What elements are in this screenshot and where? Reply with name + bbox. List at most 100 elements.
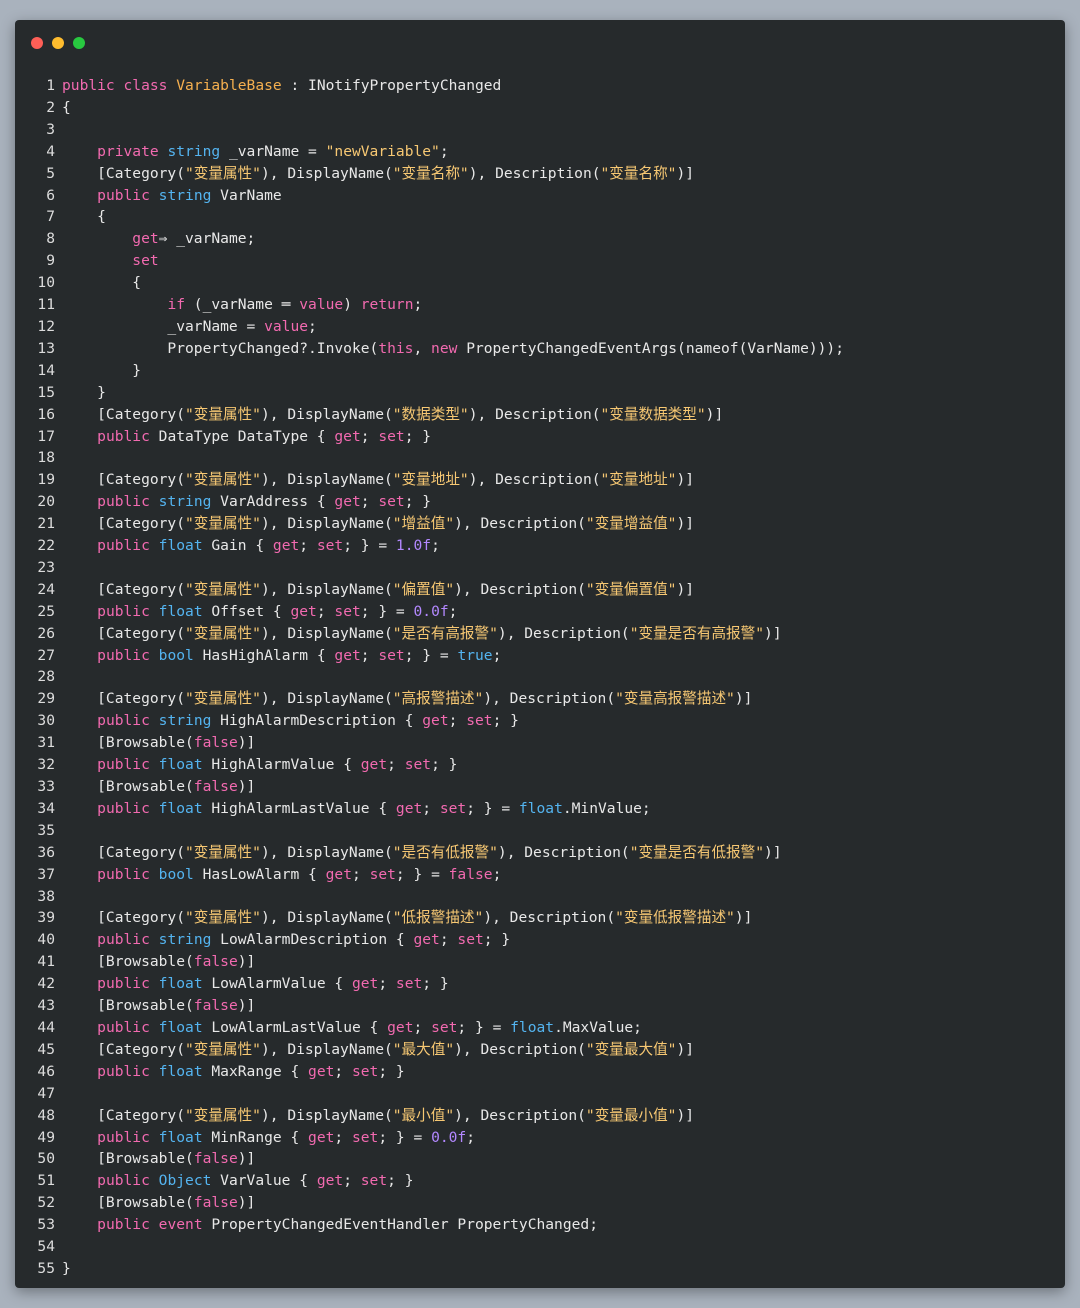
code-token: [Category( [62,580,186,598]
code-token: )] [676,580,695,598]
keyword-token: public [97,931,150,949]
keyword-token: public [97,537,150,555]
line-content: [Browsable(false)] [62,951,255,973]
code-line: 1 public class VariableBase : INotifyProp… [15,75,1065,97]
keyword-token: public [97,865,150,883]
line-content: } [62,1258,71,1280]
keyword-token: set [378,493,405,511]
code-token: LowAlarmLastValue { [202,1018,388,1036]
code-token: PropertyChanged?.Invoke( [62,339,379,357]
code-token: ⇒ _varName; [158,230,256,248]
keyword-token: public [62,77,115,94]
keyword-token: class [123,77,168,94]
code-token: ; } [431,756,458,774]
close-button[interactable] [31,37,43,49]
line-content: public string HighAlarmDescription { get… [62,710,519,732]
string-token: "增益值" [392,515,455,533]
code-line: 14 } [15,360,1065,382]
keyword-token: value [299,296,344,314]
keyword-token: set [316,537,344,555]
code-line: 41 [Browsable(false)] [15,951,1065,973]
code-token: ; [387,756,405,774]
code-line: 46 public float MaxRange { get; set; } [15,1061,1065,1083]
string-token: "变量名称" [392,164,469,182]
code-token: ; } = [378,1128,432,1146]
keyword-token: new [431,339,458,357]
keyword-token: false [193,997,238,1015]
type-token: string [158,712,212,730]
code-token: [Category( [62,405,186,423]
code-line: 32 public float HighAlarmValue { get; se… [15,754,1065,776]
code-token: .MaxValue; [554,1018,642,1036]
code-token: ), Description( [468,164,601,182]
code-token: VarValue { [211,1172,317,1190]
keyword-token: false [448,865,493,883]
keyword-token: set [351,1062,379,1080]
code-token: } [62,383,106,401]
keyword-token: public [97,602,150,620]
line-content: public float MaxRange { get; set; } [62,1061,405,1083]
code-line: 18 [15,447,1065,469]
line-number: 6 [46,186,55,204]
code-token: ; } [404,493,432,511]
line-number: 16 [37,405,55,423]
code-token: ; [492,646,502,664]
line-content: public float HighAlarmValue { get; set; … [62,754,457,776]
keyword-token: set [431,1018,458,1036]
keyword-token: set [360,1172,388,1190]
code-token: )] [676,515,695,533]
code-token: ), Description( [497,843,630,861]
code-token: ; } = [457,1018,511,1036]
type-token: float [158,602,203,620]
keyword-token: get [334,427,361,445]
line-number: 18 [37,449,55,467]
code-line: 30 public string HighAlarmDescription { … [15,710,1065,732]
keyword-token: public [97,756,150,774]
line-number: 11 [37,296,55,314]
line-number: 38 [37,887,55,905]
code-token: , [413,339,432,357]
code-token: DataType DataType { [149,427,335,445]
keyword-token: false [193,953,238,971]
code-token: [Browsable( [62,1194,194,1212]
string-token: "变量属性" [185,580,261,598]
code-token: ), DisplayName( [260,843,393,861]
code-token: ; } [387,1172,414,1190]
code-token: ; } [378,1062,405,1080]
code-line: 54 [15,1236,1065,1258]
code-token: _varName = [220,142,326,160]
keyword-token: set [439,799,467,817]
string-token: "最小值" [392,1106,455,1124]
code-token: } [62,1259,71,1277]
code-token: )] [237,997,256,1015]
keyword-token: get [132,230,159,248]
code-token: Offset { [202,602,291,620]
code-token: ; [299,537,317,555]
keyword-token: get [334,646,361,664]
maximize-button[interactable] [73,37,85,49]
keyword-token: get [308,1062,335,1080]
code-token: [Category( [62,1040,186,1058]
minimize-button[interactable] [52,37,64,49]
code-token: { [62,98,71,116]
code-token: : INotifyPropertyChanged [281,77,502,94]
line-content: } [62,360,141,382]
code-line: 51 public Object VarValue { get; set; } [15,1170,1065,1192]
code-token: ), DisplayName( [260,164,393,182]
line-content: [Category("变量属性"), DisplayName("数据类型"), … [62,404,723,426]
keyword-token: public [97,1128,150,1146]
line-content: [Browsable(false)] [62,732,255,754]
code-token: ), Description( [483,909,616,927]
keyword-token: return [360,296,414,314]
code-token: (_varName ═ [185,296,300,314]
code-token: { [62,274,142,292]
